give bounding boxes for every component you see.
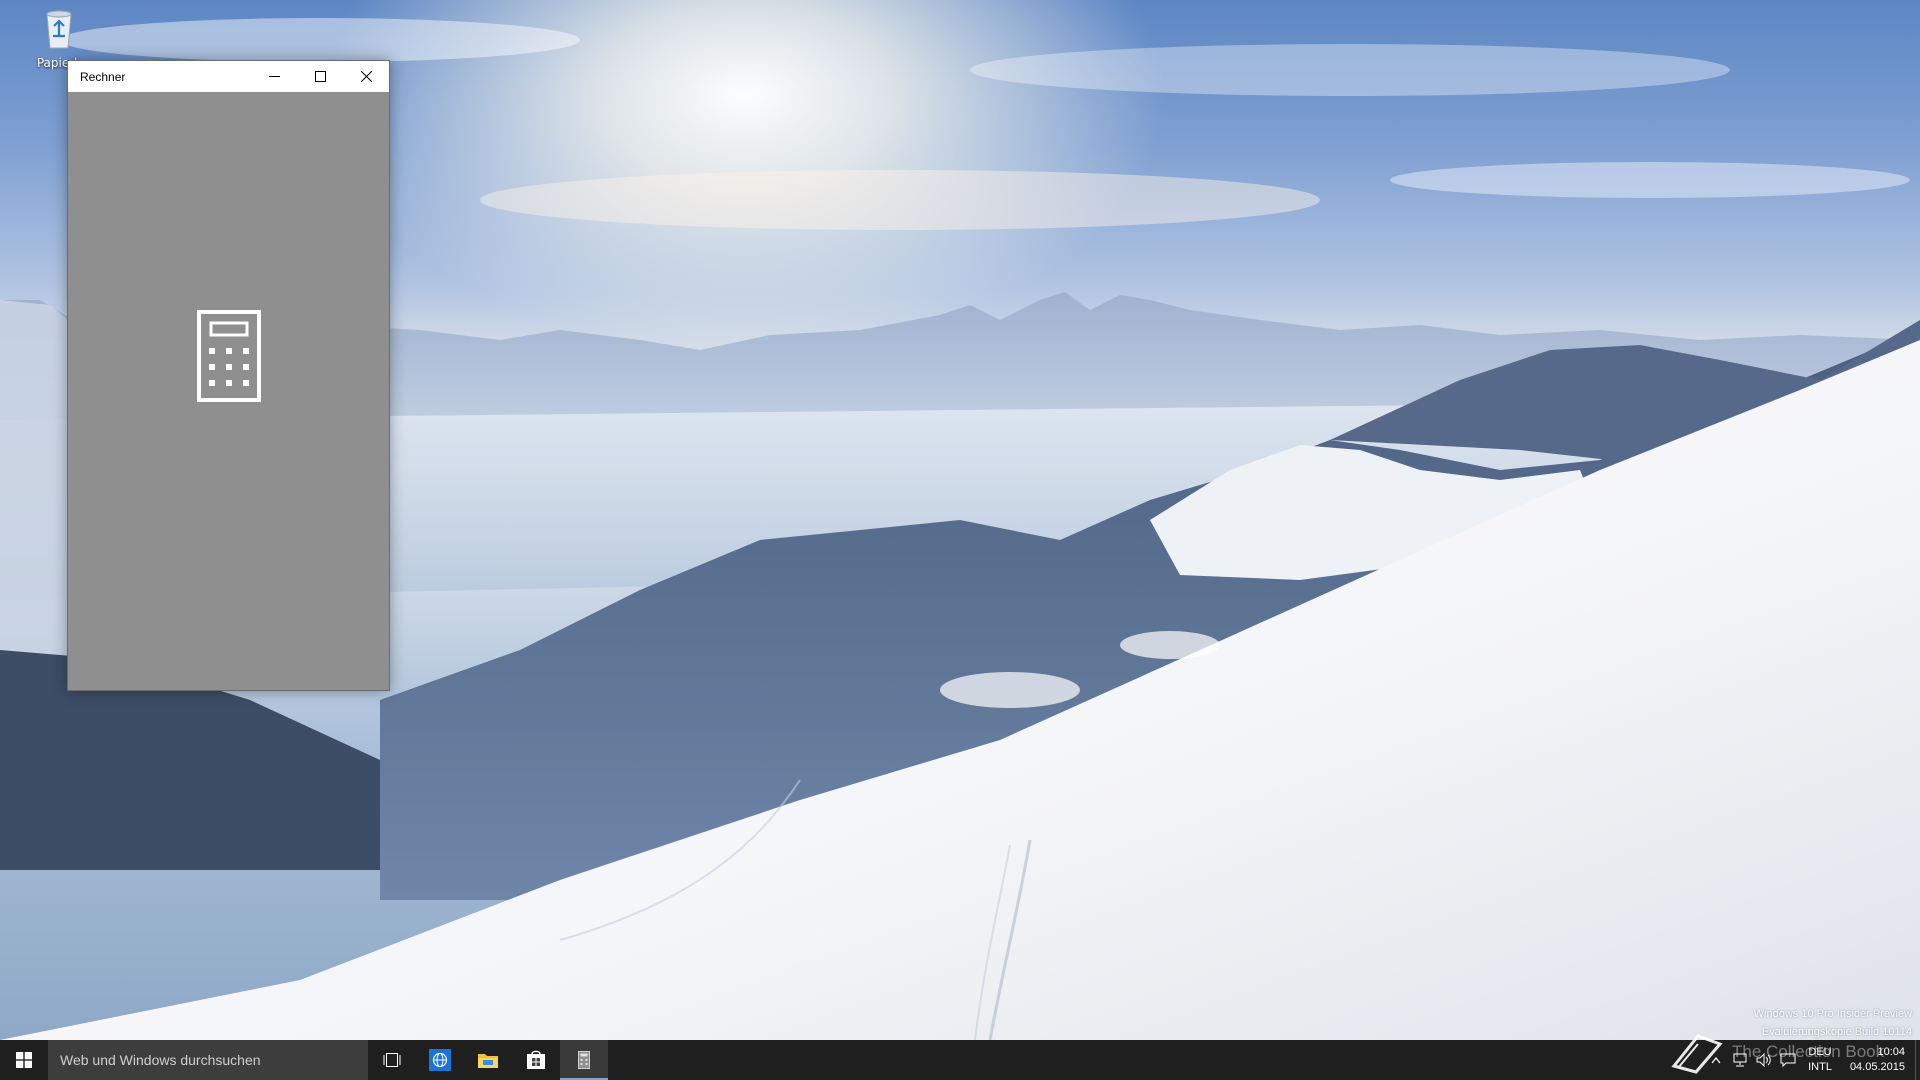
search-box[interactable]: Web und Windows durchsuchen	[48, 1040, 368, 1080]
os-watermark: Windows 10 Pro Insider Preview Evaluieru…	[1754, 1005, 1912, 1041]
keyboard-layout: INTL	[1808, 1061, 1832, 1073]
start-button[interactable]	[0, 1040, 48, 1080]
taskbar-file-explorer-button[interactable]	[464, 1040, 512, 1080]
calculator-taskbar-icon	[578, 1051, 590, 1069]
brand-watermark-text: The Collection Book	[1732, 1042, 1885, 1061]
window-title: Rechner	[80, 69, 126, 84]
app-splash-screen	[68, 92, 389, 690]
close-button[interactable]	[343, 61, 389, 92]
close-icon	[360, 71, 372, 82]
maximize-icon	[314, 71, 326, 82]
taskbar-edge-button[interactable]	[416, 1040, 464, 1080]
taskbar-spacer	[608, 1040, 1704, 1080]
book-logo-icon	[1671, 1034, 1723, 1074]
task-view-button[interactable]	[368, 1040, 416, 1080]
windows-logo-icon	[16, 1052, 32, 1068]
globe-icon	[429, 1049, 451, 1071]
show-desktop-button[interactable]	[1915, 1040, 1920, 1080]
minimize-button[interactable]	[251, 61, 297, 92]
recycle-bin-icon	[46, 10, 72, 49]
calculator-icon	[196, 310, 261, 402]
clock-date: 04.05.2015	[1849, 1061, 1905, 1073]
brand-watermark: The Collection Book	[1668, 1030, 1884, 1078]
window-titlebar[interactable]: Rechner	[68, 61, 389, 92]
task-view-icon	[383, 1053, 401, 1067]
minimize-icon	[268, 76, 280, 77]
taskbar: Web und Windows durchsuchen DEU INTL 10:…	[0, 1040, 1920, 1080]
watermark-line-1: Windows 10 Pro Insider Preview	[1753, 1008, 1912, 1020]
search-placeholder: Web und Windows durchsuchen	[60, 1052, 261, 1068]
taskbar-store-button[interactable]	[512, 1040, 560, 1080]
folder-icon	[478, 1054, 498, 1068]
calculator-window[interactable]: Rechner	[67, 60, 390, 691]
watermark-line-2: Evaluierungskopie Build 10114	[1761, 1026, 1912, 1038]
maximize-button[interactable]	[297, 61, 343, 92]
store-icon	[527, 1050, 545, 1069]
taskbar-calculator-button[interactable]	[560, 1040, 608, 1080]
